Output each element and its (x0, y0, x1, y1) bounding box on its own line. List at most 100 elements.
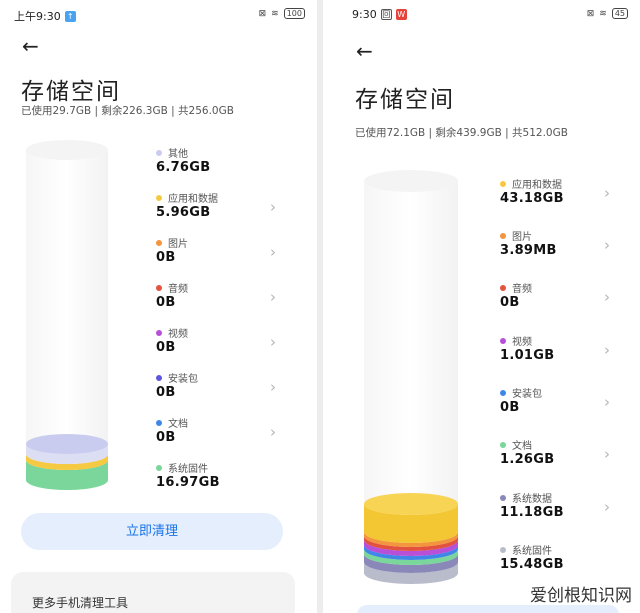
color-dot (500, 494, 506, 501)
notification-icon: ↑ (64, 10, 76, 22)
category-item[interactable]: 安装包 0B › (500, 385, 620, 421)
color-dot (156, 239, 162, 246)
color-dot (500, 180, 506, 187)
category-label: 安装包 (512, 389, 542, 400)
category-item[interactable]: 文档 1.26GB › (500, 437, 620, 473)
category-label: 系统固件 (512, 546, 552, 557)
category-item[interactable]: 视频 0B › (156, 325, 286, 361)
color-dot (156, 374, 162, 381)
category-value: 0B (156, 340, 176, 355)
category-value: 5.96GB (156, 205, 211, 220)
color-dot (500, 337, 506, 344)
chevron-right-icon: › (604, 498, 610, 516)
category-label: 音频 (168, 284, 188, 295)
chevron-right-icon: › (270, 243, 276, 261)
color-dot (156, 194, 162, 201)
category-label: 其他 (168, 149, 188, 160)
storage-cylinder-chart (364, 170, 458, 584)
category-item[interactable]: 图片 0B › (156, 235, 286, 271)
color-dot (156, 284, 162, 291)
category-value: 0B (156, 385, 176, 400)
category-label: 视频 (168, 329, 188, 340)
sim-icon: 回 (380, 9, 392, 20)
category-value: 0B (156, 430, 176, 445)
category-item[interactable]: 系统数据 11.18GB › (500, 490, 620, 526)
category-value: 0B (156, 295, 176, 310)
clean-now-button[interactable]: 立即清理 (21, 513, 283, 550)
status-time: 上午9:30 (14, 10, 61, 23)
battery-icon: 100 (283, 8, 305, 19)
cylinder-top (26, 140, 108, 160)
chevron-right-icon: › (604, 445, 610, 463)
category-value: 1.01GB (500, 348, 555, 363)
status-bar: 上午9:30 ↑ (14, 8, 76, 24)
status-bar: 9:30 回 W (352, 8, 407, 21)
chevron-right-icon: › (270, 288, 276, 306)
category-label: 音频 (512, 284, 532, 295)
category-label: 图片 (168, 239, 188, 250)
page-title: 存储空间 (21, 79, 121, 105)
category-value: 0B (156, 250, 176, 265)
more-cleanup-tools-card[interactable]: 更多手机清理工具 (11, 572, 295, 613)
status-time: 9:30 (352, 8, 377, 21)
category-label: 图片 (512, 232, 532, 243)
category-value: 15.48GB (500, 557, 564, 572)
category-label: 应用和数据 (512, 180, 562, 191)
clean-now-button[interactable] (357, 605, 619, 613)
category-label: 视频 (512, 337, 532, 348)
category-label: 安装包 (168, 374, 198, 385)
category-item[interactable]: 应用和数据 43.18GB › (500, 176, 620, 212)
back-arrow-icon[interactable]: ← (22, 34, 39, 58)
segment-apps-top (364, 493, 458, 515)
category-value: 1.26GB (500, 452, 555, 467)
chevron-right-icon: › (270, 333, 276, 351)
category-value: 43.18GB (500, 191, 564, 206)
right-storage-screen: 9:30 回 W ⊠ ≋ 45 ← 存储空间 已使用72.1GB | 剩余439… (323, 0, 640, 613)
category-item[interactable]: 视频 1.01GB › (500, 333, 620, 369)
category-item: 系统固件 15.48GB (500, 542, 620, 578)
segment-other-top (26, 434, 108, 454)
color-dot (156, 419, 162, 426)
chevron-right-icon: › (604, 288, 610, 306)
cylinder-top (364, 170, 458, 192)
category-item[interactable]: 其他 6.76GB (156, 145, 286, 181)
back-arrow-icon[interactable]: ← (356, 39, 373, 63)
app-notification-icon: W (395, 9, 407, 20)
category-item[interactable]: 安装包 0B › (156, 370, 286, 406)
color-dot (156, 329, 162, 336)
category-item[interactable]: 音频 0B › (500, 280, 620, 316)
category-label: 系统数据 (512, 494, 552, 505)
color-dot (500, 546, 506, 553)
category-label: 文档 (512, 441, 532, 452)
category-value: 0B (500, 400, 520, 415)
category-value: 16.97GB (156, 475, 220, 490)
chevron-right-icon: › (604, 236, 610, 254)
color-dot (500, 441, 506, 448)
category-item[interactable]: 文档 0B › (156, 415, 286, 451)
wifi-icon: ≋ (599, 8, 607, 19)
chevron-right-icon: › (270, 423, 276, 441)
watermark-text: 爱创根知识网 (530, 586, 632, 606)
mute-icon: ⊠ (586, 8, 595, 19)
chevron-right-icon: › (270, 198, 276, 216)
category-item[interactable]: 应用和数据 5.96GB › (156, 190, 286, 226)
status-icons: ⊠ ≋ 45 (587, 8, 628, 19)
category-label: 系统固件 (168, 464, 208, 475)
color-dot (500, 232, 506, 239)
category-value: 0B (500, 295, 520, 310)
color-dot (156, 149, 162, 156)
color-dot (500, 389, 506, 396)
category-item[interactable]: 音频 0B › (156, 280, 286, 316)
category-label: 文档 (168, 419, 188, 430)
more-tools-label: 更多手机清理工具 (32, 596, 129, 610)
category-item[interactable]: 图片 3.89MB › (500, 228, 620, 264)
storage-summary: 已使用72.1GB | 剩余439.9GB | 共512.0GB (355, 127, 568, 139)
left-storage-screen: 上午9:30 ↑ ⊠ ≋ 100 ← 存储空间 已使用29.7GB | 剩余22… (0, 0, 317, 613)
color-dot (500, 284, 506, 291)
wifi-icon: ≋ (271, 8, 279, 19)
chevron-right-icon: › (604, 184, 610, 202)
category-value: 3.89MB (500, 243, 557, 258)
category-item: 系统固件 16.97GB (156, 460, 286, 496)
mute-icon: ⊠ (258, 8, 267, 19)
chevron-right-icon: › (604, 341, 610, 359)
